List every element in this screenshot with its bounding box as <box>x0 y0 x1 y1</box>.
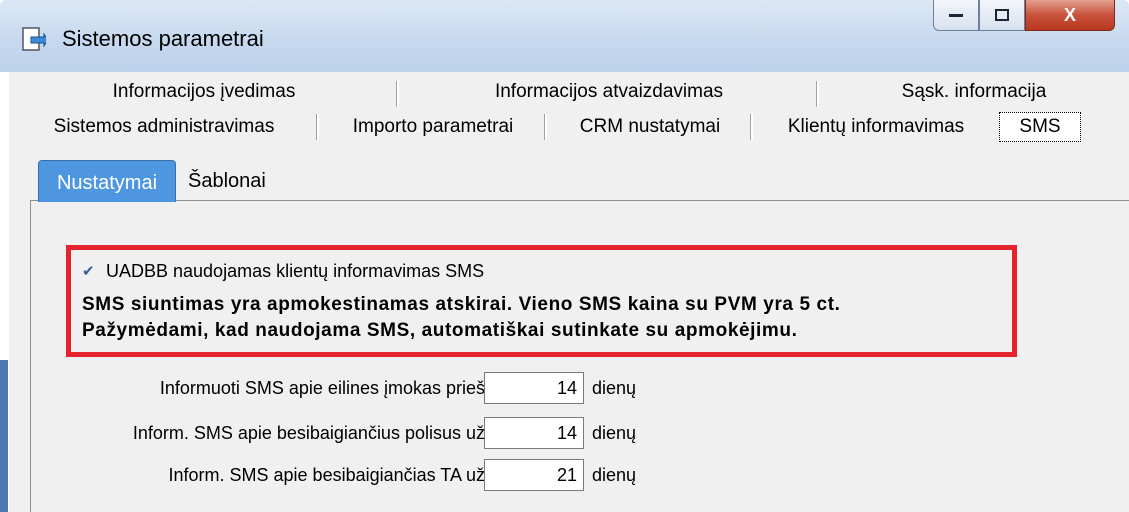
field-label: Informuoti SMS apie eilines įmokas prieš <box>159 377 485 398</box>
tab-label: Informacijos įvedimas <box>112 81 296 102</box>
tab-client-info[interactable]: Klientų informavimas <box>753 110 999 144</box>
tab-label: Klientų informavimas <box>787 116 965 137</box>
subtab-label: Šablonai <box>188 169 266 192</box>
field-unit: dienų <box>592 422 637 443</box>
tab-row-top: Informacijos įvedimas Informacijos atvai… <box>9 77 1129 107</box>
days-input-expiring-policies[interactable]: 14 <box>484 417 584 449</box>
settings-window: Sistemos parametrai X Informacijos įvedi… <box>0 0 1129 512</box>
field-row-expiring-policies: Inform. SMS apie besibaigiančius polisus… <box>0 417 1129 449</box>
tab-info-display[interactable]: Informacijos atvaizdavimas <box>399 77 819 107</box>
subtab-label: Nustatymai <box>56 172 158 194</box>
tab-label: Importo parametrai <box>352 116 514 137</box>
maximize-icon <box>995 9 1009 21</box>
title-bar[interactable]: Sistemos parametrai X <box>0 0 1129 72</box>
close-button[interactable]: X <box>1025 0 1115 31</box>
sms-warning-line-1: SMS siuntimas yra apmokestinamas atskira… <box>82 294 841 315</box>
field-label: Inform. SMS apie besibaigiančias TA už <box>168 464 486 485</box>
days-input-expiring-ta[interactable]: 21 <box>484 459 584 491</box>
window-title: Sistemos parametrai <box>62 26 264 51</box>
tab-label: Sistemos administravimas <box>53 116 275 137</box>
sms-checkbox-label: UADBB naudojamas klientų informavimas SM… <box>106 261 485 281</box>
tab-label: SMS <box>1019 116 1061 137</box>
tab-sms[interactable]: SMS <box>999 112 1081 142</box>
field-row-expiring-ta: Inform. SMS apie besibaigiančias TA už 2… <box>0 459 1129 491</box>
field-label: Inform. SMS apie besibaigiančius polisus… <box>132 422 485 443</box>
sms-warning-line-2: Pažymėdami, kad naudojama SMS, automatiš… <box>82 320 798 341</box>
tab-label: Informacijos atvaizdavimas <box>494 81 724 102</box>
sms-checkbox-row[interactable]: ✔ UADBB naudojamas klientų informavimas … <box>82 261 484 282</box>
tab-crm-settings[interactable]: CRM nustatymai <box>547 110 753 144</box>
tab-system-admin[interactable]: Sistemos administravimas <box>9 110 319 144</box>
subtab-settings[interactable]: Nustatymai <box>38 160 176 202</box>
maximize-button[interactable] <box>979 0 1025 31</box>
tab-row-bottom: Sistemos administravimas Importo paramet… <box>9 110 1081 144</box>
checkbox-checked-icon[interactable]: ✔ <box>82 264 96 279</box>
days-input-regular-payments[interactable]: 14 <box>484 372 584 404</box>
close-icon: X <box>1063 4 1076 25</box>
minimize-button[interactable] <box>933 0 979 31</box>
field-unit: dienų <box>592 464 637 485</box>
tab-invoice-info[interactable]: Sąsk. informacija <box>819 77 1129 107</box>
field-unit: dienų <box>592 377 637 398</box>
tab-label: CRM nustatymai <box>579 116 721 137</box>
app-icon <box>22 27 46 51</box>
tab-info-input[interactable]: Informacijos įvedimas <box>9 77 399 107</box>
tab-import-params[interactable]: Importo parametrai <box>319 110 547 144</box>
minimize-icon <box>949 14 963 17</box>
field-row-regular-payments: Informuoti SMS apie eilines įmokas prieš… <box>0 372 1129 404</box>
tab-label: Sąsk. informacija <box>901 81 1047 102</box>
subtab-templates[interactable]: Šablonai <box>188 160 266 202</box>
